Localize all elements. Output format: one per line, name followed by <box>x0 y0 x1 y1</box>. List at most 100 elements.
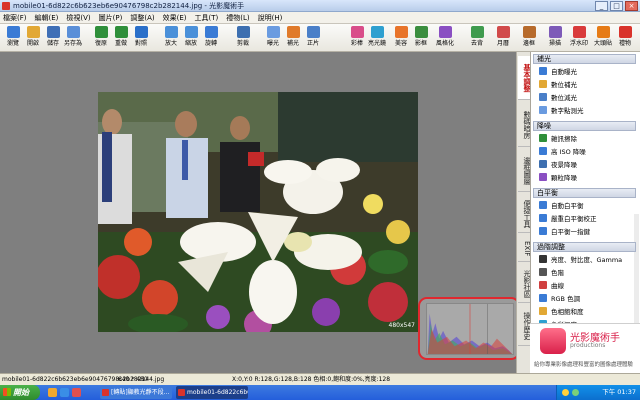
panel-item-icon <box>539 227 547 235</box>
tool-icon <box>184 26 198 38</box>
menu-item[interactable]: 檔案(F) <box>3 13 27 23</box>
browser-icon[interactable] <box>60 388 69 397</box>
panel-tabs: 基本調整數碼暗房邊框圖層便捷工具 EXIF 光影社區操作歷史 <box>516 52 531 373</box>
tab-基本調整[interactable]: 基本調整 <box>518 56 531 100</box>
menu-item[interactable]: 說明(H) <box>258 13 283 23</box>
toolbar-剪裁-button[interactable]: 剪裁 <box>232 26 254 50</box>
tab-光影社區[interactable]: 光影社區 <box>518 265 531 303</box>
tool-icon <box>394 26 408 38</box>
panel-item-icon <box>539 160 547 168</box>
panel-item-icon <box>539 214 547 222</box>
tool-icon <box>26 26 40 38</box>
tool-label: 對照 <box>134 40 147 47</box>
menu-item[interactable]: 禮物(L) <box>226 13 249 23</box>
tool-label: 另存為 <box>63 40 82 47</box>
tab-邊框圖層[interactable]: 邊框圖層 <box>518 150 531 192</box>
panel-item-label: 曲線 <box>551 282 564 290</box>
toolbar-風格化-button[interactable]: 風格化 <box>434 26 456 50</box>
minimize-button[interactable]: _ <box>595 1 608 11</box>
network-icon[interactable] <box>562 389 569 396</box>
tool-icon <box>370 26 384 38</box>
panel-item[interactable]: 曲線 <box>539 280 634 292</box>
menu-item[interactable]: 效果(E) <box>163 13 187 23</box>
section-header[interactable]: 過階調整 <box>533 242 636 252</box>
toolbar-另存為-button[interactable]: 另存為 <box>62 26 84 50</box>
panel-item[interactable]: 數位減光 <box>539 92 634 104</box>
panel-item[interactable]: 夜景降噪 <box>539 159 634 171</box>
panel-item[interactable]: 數字點測光 <box>539 105 634 117</box>
panel-item-label: 數字點測光 <box>551 107 584 115</box>
toolbar-禮物-button[interactable]: 禮物 <box>614 26 636 50</box>
panel-item[interactable]: 數位補光 <box>539 79 634 91</box>
menu-item[interactable]: 檢視(V) <box>66 13 90 23</box>
toolbar-影框-button[interactable]: 影框 <box>410 26 432 50</box>
tool-icon <box>572 26 586 38</box>
panel-item-icon <box>539 106 547 114</box>
panel-item-label: 亮度、對比度、Gamma <box>551 256 623 264</box>
start-button[interactable]: 開始 <box>0 385 40 400</box>
photo-image <box>98 92 418 332</box>
panel-item[interactable]: 顆粒降噪 <box>539 172 634 184</box>
menu-item[interactable]: 調整(A) <box>130 13 154 23</box>
toolbar-旋轉-button[interactable]: 旋轉 <box>200 26 222 50</box>
toolbar-月曆-button[interactable]: 月曆 <box>492 26 514 50</box>
histogram-chart <box>426 303 514 355</box>
panel-item[interactable]: 色相飽和度 <box>539 306 634 318</box>
tab-數碼暗房[interactable]: 數碼暗房 <box>518 103 531 147</box>
panel-item-label: 色相飽和度 <box>551 308 584 316</box>
tab-EXIF[interactable]: EXIF <box>518 236 531 262</box>
toolbar-邊框-button[interactable]: 邊框 <box>518 26 540 50</box>
taskbar: 開始 [轉貼]顯教光靜不段... mobile01-6d822c6b62... 下… <box>0 385 640 400</box>
toolbar-去背-button[interactable]: 去背 <box>466 26 488 50</box>
tab-便捷工具[interactable]: 便捷工具 <box>518 195 531 233</box>
tool-icon <box>522 26 536 38</box>
toolbar-對照-button[interactable]: 對照 <box>130 26 152 50</box>
app-icon <box>2 2 10 10</box>
maximize-button[interactable]: □ <box>610 1 623 11</box>
section-header[interactable]: 補光 <box>533 54 636 64</box>
image-canvas[interactable]: 480x547 <box>0 52 530 373</box>
app-logo-icon <box>540 328 566 354</box>
panel-item-label: 數位補光 <box>551 81 577 89</box>
panel-item[interactable]: 自動白平衡 <box>539 200 634 212</box>
status-bar: mobile01-6d822c6b623eb6e90476798c2b28214… <box>0 373 640 385</box>
photo[interactable]: 480x547 <box>98 92 418 332</box>
panel-item-icon <box>539 134 547 142</box>
close-button[interactable]: × <box>625 1 638 11</box>
panel-item[interactable]: 嚴重白平衡校正 <box>539 213 634 225</box>
section-header[interactable]: 白平衡 <box>533 188 636 198</box>
menu-item[interactable]: 編輯(E) <box>35 13 59 23</box>
promo-banner[interactable]: 光影魔術手 productions 給你專業影像處理和豐富的圖像處理體驗 <box>530 323 640 373</box>
tool-icon <box>306 26 320 38</box>
tab-操作歷史[interactable]: 操作歷史 <box>518 306 531 346</box>
toolbar-正片-button[interactable]: 正片 <box>302 26 324 50</box>
task-app-icon <box>102 389 109 396</box>
panel-item-label: 自動曝光 <box>551 68 577 76</box>
panel-item[interactable]: RGB 色調 <box>539 293 634 305</box>
panel-item[interactable]: 雜訊擦除 <box>539 133 634 145</box>
panel-item-label: 自動白平衡 <box>551 202 584 210</box>
main-toolbar: 瀏覽 開啟 儲存 另存為 復原 重做 對照 放大 縮放 旋轉 剪裁 曝光 補光 正片 彩棒 亮光鏡 美容 影框 風格… <box>0 24 640 52</box>
panel-item-icon <box>539 201 547 209</box>
panel-item[interactable]: 自動曝光 <box>539 66 634 78</box>
volume-icon[interactable] <box>572 389 579 396</box>
media-icon[interactable] <box>72 388 81 397</box>
panel-item[interactable]: 白平衡一指鍵 <box>539 226 634 238</box>
taskbar-task[interactable]: mobile01-6d822c6b62... <box>176 386 248 399</box>
toolbar-亮光鏡-button[interactable]: 亮光鏡 <box>366 26 388 50</box>
menu-bar: 檔案(F) 編輯(E) 檢視(V) 圖片(P) 調整(A) 效果(E) 工具(T) 禮物(L)… <box>0 12 640 24</box>
menu-item[interactable]: 工具(T) <box>195 13 219 23</box>
taskbar-task[interactable]: [轉貼]顯教光靜不段... <box>100 386 172 399</box>
panel-item[interactable]: 亮度、對比度、Gamma <box>539 254 634 266</box>
toolbar-浮水印-button[interactable]: 浮水印 <box>568 26 590 50</box>
tool-icon <box>46 26 60 38</box>
tool-icon <box>114 26 128 38</box>
toolbar-掃描-button[interactable]: 掃描 <box>544 26 566 50</box>
task-label: mobile01-6d822c6b62... <box>187 389 248 396</box>
panel-item[interactable]: 高 ISO 降噪 <box>539 146 634 158</box>
section-header[interactable]: 降噪 <box>533 121 636 131</box>
panel-item[interactable]: 色階 <box>539 267 634 279</box>
menu-item[interactable]: 圖片(P) <box>99 13 123 23</box>
tool-icon <box>164 26 178 38</box>
folder-icon[interactable] <box>48 388 57 397</box>
